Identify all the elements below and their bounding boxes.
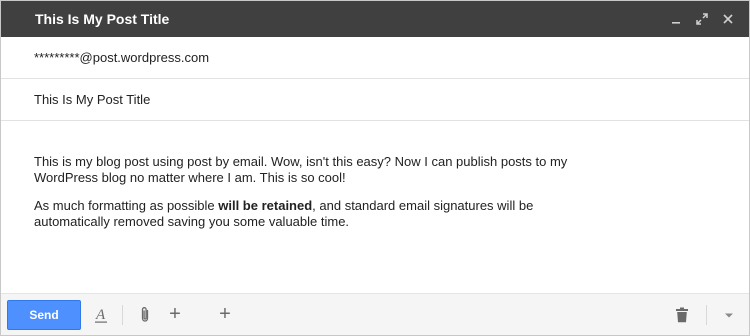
- attach-icon[interactable]: [135, 305, 155, 325]
- body-paragraph-1: This is my blog post using post by email…: [34, 154, 568, 185]
- expand-icon[interactable]: [695, 12, 709, 26]
- body-paragraph-2: As much formatting as possible will be r…: [34, 198, 594, 230]
- svg-text:A: A: [95, 307, 106, 323]
- close-icon[interactable]: [721, 12, 735, 26]
- message-body[interactable]: This is my blog post using post by email…: [1, 121, 749, 292]
- to-field[interactable]: [34, 50, 634, 65]
- subject-row: [1, 79, 749, 121]
- window-controls: [669, 12, 735, 26]
- body-text: As much formatting as possible: [34, 198, 219, 213]
- add-icon[interactable]: +: [165, 303, 185, 325]
- compose-toolbar: Send A + +: [1, 293, 749, 335]
- insert-more-icon[interactable]: +: [215, 303, 235, 325]
- compose-window: This Is My Post Title This is my blog po…: [0, 0, 750, 336]
- compose-title: This Is My Post Title: [35, 11, 170, 27]
- body-bold-text: will be retained: [218, 198, 313, 213]
- toolbar-divider: [122, 304, 123, 325]
- toolbar-divider: [706, 304, 707, 325]
- compose-titlebar[interactable]: This Is My Post Title: [1, 1, 749, 37]
- minimize-icon[interactable]: [669, 12, 683, 26]
- subject-field[interactable]: [34, 92, 634, 107]
- formatting-icon[interactable]: A: [91, 305, 111, 325]
- send-button[interactable]: Send: [7, 299, 81, 330]
- more-options-chevron-down-icon[interactable]: [719, 305, 739, 325]
- to-row: [1, 37, 749, 79]
- trash-icon[interactable]: [672, 305, 692, 325]
